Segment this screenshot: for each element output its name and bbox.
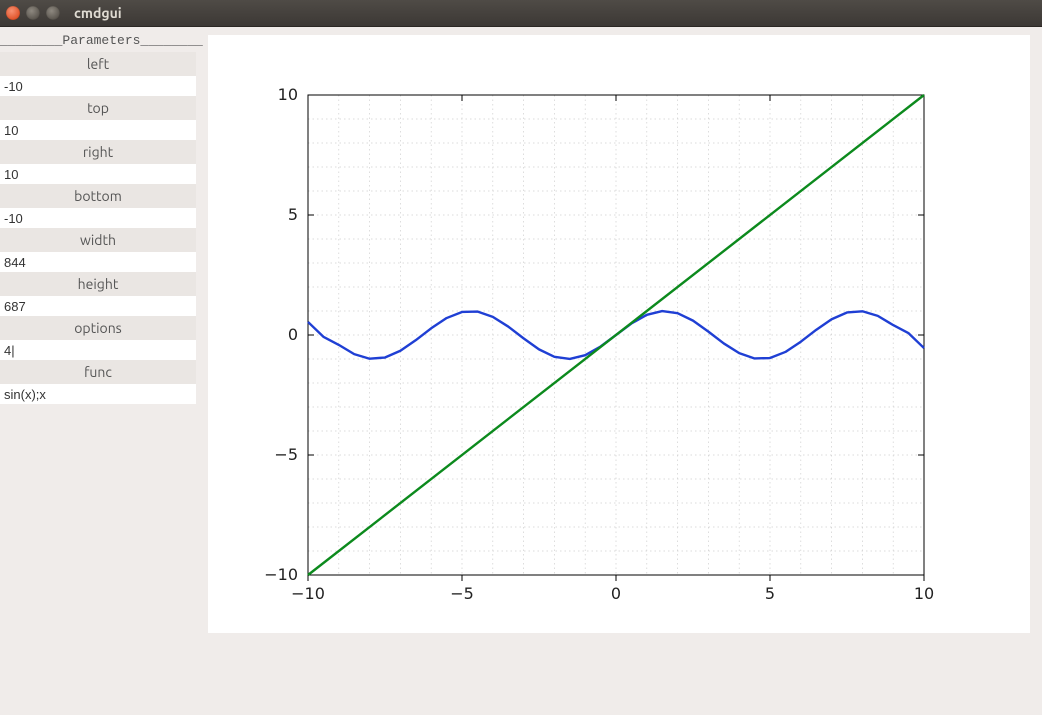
- param-label-width: width: [0, 228, 196, 252]
- param-input-width[interactable]: [0, 252, 196, 272]
- param-label-right: right: [0, 140, 196, 164]
- param-input-func[interactable]: [0, 384, 196, 404]
- close-icon[interactable]: [6, 6, 20, 20]
- param-label-bottom: bottom: [0, 184, 196, 208]
- param-label-height: height: [0, 272, 196, 296]
- param-input-top[interactable]: [0, 120, 196, 140]
- param-label-func: func: [0, 360, 196, 384]
- svg-text:−10: −10: [291, 584, 325, 603]
- param-label-top: top: [0, 96, 196, 120]
- svg-text:−10: −10: [264, 565, 298, 584]
- svg-text:10: 10: [278, 85, 298, 104]
- svg-text:10: 10: [914, 584, 934, 603]
- window-titlebar: cmdgui: [0, 0, 1042, 27]
- svg-text:0: 0: [611, 584, 621, 603]
- minimize-icon[interactable]: [26, 6, 40, 20]
- param-input-height[interactable]: [0, 296, 196, 316]
- window-title: cmdgui: [74, 5, 122, 21]
- parameters-panel: ________Parameters________ left top righ…: [0, 27, 196, 715]
- param-input-options[interactable]: [0, 340, 196, 360]
- plot-canvas: −10 −5 0 5 10 −10 −5 0 5 10: [208, 35, 1030, 633]
- param-input-right[interactable]: [0, 164, 196, 184]
- param-label-left: left: [0, 52, 196, 76]
- parameters-header: ________Parameters________: [0, 31, 196, 52]
- svg-text:0: 0: [288, 325, 298, 344]
- chart: −10 −5 0 5 10 −10 −5 0 5 10: [208, 35, 1030, 633]
- maximize-icon[interactable]: [46, 6, 60, 20]
- svg-text:−5: −5: [274, 445, 298, 464]
- plot-container: −10 −5 0 5 10 −10 −5 0 5 10: [196, 27, 1042, 715]
- svg-text:5: 5: [765, 584, 775, 603]
- param-input-left[interactable]: [0, 76, 196, 96]
- svg-text:5: 5: [288, 205, 298, 224]
- svg-text:−5: −5: [450, 584, 474, 603]
- param-label-options: options: [0, 316, 196, 340]
- param-input-bottom[interactable]: [0, 208, 196, 228]
